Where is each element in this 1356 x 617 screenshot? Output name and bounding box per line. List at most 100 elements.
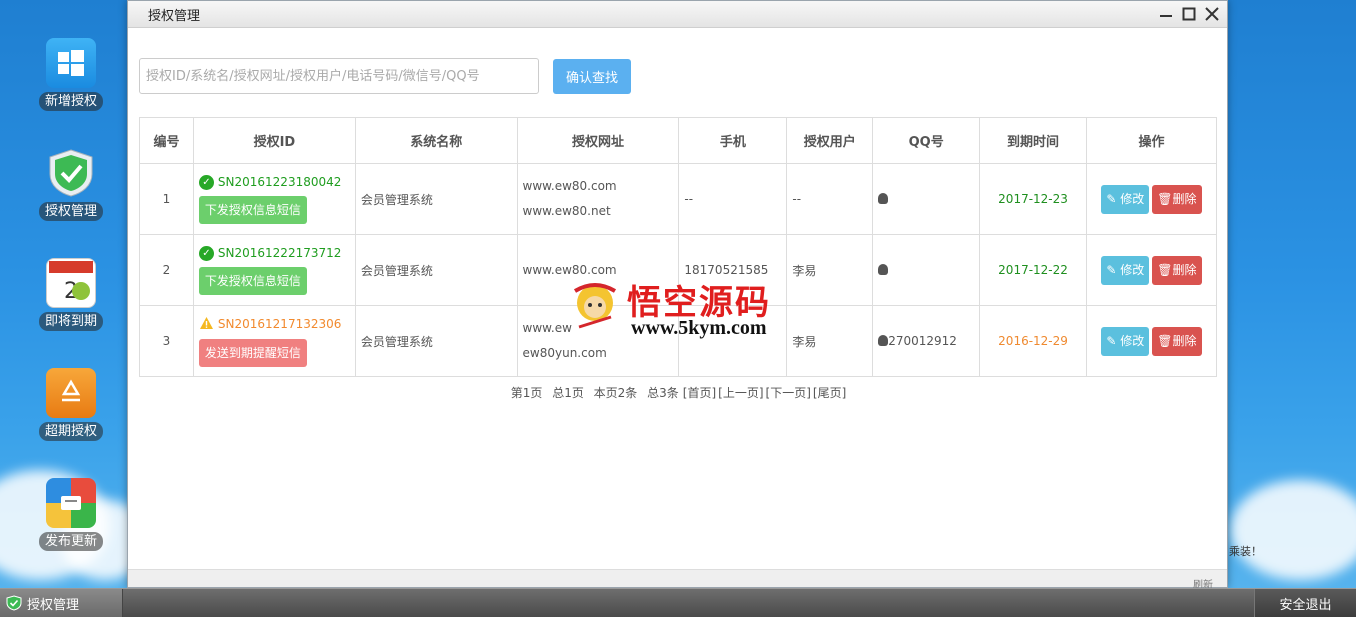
desktop-icon-overdue[interactable]: 超期授权: [30, 368, 112, 441]
system-name: 会员管理系统: [354, 305, 518, 377]
row-number: 3: [139, 305, 194, 377]
phone: --: [678, 163, 788, 235]
send-expiry-reminder-sms-button[interactable]: 发送到期提醒短信: [198, 338, 307, 367]
calendar-icon: 2: [46, 258, 96, 308]
page-current: 第1页: [510, 386, 543, 400]
desktop-icon-label: 授权管理: [38, 202, 103, 221]
desktop-icon-license-management[interactable]: 授权管理: [30, 148, 112, 221]
column-header: 到期时间: [979, 117, 1087, 164]
delete-label: 删除: [1172, 333, 1197, 348]
delete-button[interactable]: 🗑删除: [1152, 184, 1202, 214]
delete-button[interactable]: 🗑删除: [1152, 255, 1202, 285]
license-sn: SN20161217132306: [217, 317, 342, 331]
desktop-icon-label: 超期授权: [38, 422, 103, 441]
taskbar-item-license-management[interactable]: 授权管理: [0, 589, 123, 617]
column-header: QQ号: [872, 117, 981, 164]
trash-icon: 🗑: [1157, 262, 1173, 277]
system-name: 会员管理系统: [354, 163, 518, 235]
row-number: 1: [139, 163, 194, 235]
minimize-icon[interactable]: [1157, 5, 1175, 23]
maximize-icon[interactable]: [1180, 5, 1198, 23]
check-circle-icon: ✓: [198, 245, 214, 261]
window-footer: 刷新: [128, 569, 1227, 591]
trash-icon: 🗑: [1157, 191, 1173, 206]
qq-penguin-icon: [878, 335, 889, 346]
watermark: 悟空源码 www.5kym.com: [565, 275, 795, 345]
license-url-cell: www.ew80.com www.ew80.net: [516, 163, 680, 235]
edit-button[interactable]: ✎ 修改: [1101, 326, 1150, 356]
row-number: 2: [139, 234, 194, 306]
qq-penguin-icon: [878, 193, 889, 204]
column-header: 授权ID: [192, 117, 356, 164]
window-title: 授权管理: [148, 8, 201, 24]
delete-label: 删除: [1172, 262, 1197, 277]
desktop-icon-publish-update[interactable]: 发布更新: [30, 478, 112, 551]
windows-icon: [46, 38, 96, 88]
send-license-sms-button[interactable]: 下发授权信息短信: [198, 266, 307, 295]
qq-cell: 270012912: [872, 305, 981, 377]
desktop-icon-label: 即将到期: [38, 312, 103, 331]
delete-label: 删除: [1172, 191, 1197, 206]
delete-button[interactable]: 🗑删除: [1152, 326, 1202, 356]
license-sn: SN20161223180042: [217, 175, 342, 189]
page-per-page: 本页2条: [593, 386, 638, 400]
desktop-icon-label: 新增授权: [38, 92, 103, 111]
close-icon[interactable]: [1203, 5, 1221, 23]
table-row: 1 ✓ SN20161223180042 下发授权信息短信 会员管理系统 www.…: [139, 163, 1218, 235]
edit-icon: ✎: [1106, 333, 1121, 348]
edit-label: 修改: [1120, 191, 1145, 206]
column-header: 授权网址: [516, 117, 680, 164]
window-titlebar[interactable]: 授权管理: [128, 1, 1227, 28]
qq-penguin-icon: [878, 264, 889, 275]
license-user: 李易: [786, 234, 874, 306]
column-header: 授权用户: [786, 117, 874, 164]
qq-cell: [872, 234, 981, 306]
actions-cell: ✎ 修改 🗑删除: [1085, 234, 1218, 306]
license-url: www.ew80.com: [522, 179, 617, 193]
edit-icon: ✎: [1106, 262, 1121, 277]
license-id-cell: ✓ SN20161222173712 下发授权信息短信: [192, 234, 356, 306]
system-name: 会员管理系统: [354, 234, 518, 306]
actions-cell: ✎ 修改 🗑删除: [1085, 305, 1218, 377]
edit-button[interactable]: ✎ 修改: [1101, 184, 1150, 214]
logout-button[interactable]: 安全退出: [1254, 589, 1356, 617]
column-header: 手机: [678, 117, 788, 164]
watermark-url: www.5kym.com: [631, 317, 767, 339]
taskbar: 授权管理 安全退出: [0, 588, 1356, 617]
pagination: 第1页 总1页 本页2条 总3条 [首页] [上一页] [下一页] [尾页]: [128, 384, 1227, 401]
cloud: [1230, 480, 1356, 580]
page-total-items: 总3条: [647, 386, 679, 400]
edit-button[interactable]: ✎ 修改: [1101, 255, 1150, 285]
actions-cell: ✎ 修改 🗑删除: [1085, 163, 1218, 235]
edit-label: 修改: [1120, 262, 1145, 277]
license-id-cell: ✓ SN20161223180042 下发授权信息短信: [192, 163, 356, 235]
inbox-icon: [46, 478, 96, 528]
column-header: 系统名称: [354, 117, 518, 164]
desktop-icon-label: 发布更新: [38, 532, 103, 551]
send-license-sms-button[interactable]: 下发授权信息短信: [198, 195, 307, 224]
taskbar-item-label: 授权管理: [27, 597, 80, 613]
desktop-icon-new-license[interactable]: 新增授权: [30, 38, 112, 111]
partial-desktop-text: 乘装！: [1229, 545, 1262, 558]
search-button[interactable]: 确认查找: [553, 58, 631, 94]
monkey-logo-icon: [573, 283, 617, 329]
qq-cell: [872, 163, 981, 235]
license-url: www.ew80.net: [522, 204, 611, 218]
recycle-icon: [46, 368, 96, 418]
warning-icon: [199, 316, 214, 333]
edit-icon: ✎: [1106, 191, 1121, 206]
edit-label: 修改: [1120, 333, 1145, 348]
expiry-date: 2016-12-29: [979, 305, 1087, 377]
search-input[interactable]: [139, 58, 539, 94]
shield-check-icon: [46, 148, 96, 198]
last-page-link[interactable]: [尾页]: [813, 386, 846, 400]
prev-page-link[interactable]: [上一页]: [718, 386, 763, 400]
check-circle-icon: ✓: [198, 174, 214, 190]
license-sn: SN20161222173712: [217, 246, 342, 260]
qq-number: 270012912: [888, 334, 957, 348]
first-page-link[interactable]: [首页]: [683, 386, 716, 400]
table-header-row: 编号 授权ID 系统名称 授权网址 手机 授权用户 QQ号 到期时间 操作: [139, 117, 1218, 164]
next-page-link[interactable]: [下一页]: [766, 386, 811, 400]
desktop-icon-expiring-soon[interactable]: 2 即将到期: [30, 258, 112, 331]
expiry-date: 2017-12-22: [979, 234, 1087, 306]
